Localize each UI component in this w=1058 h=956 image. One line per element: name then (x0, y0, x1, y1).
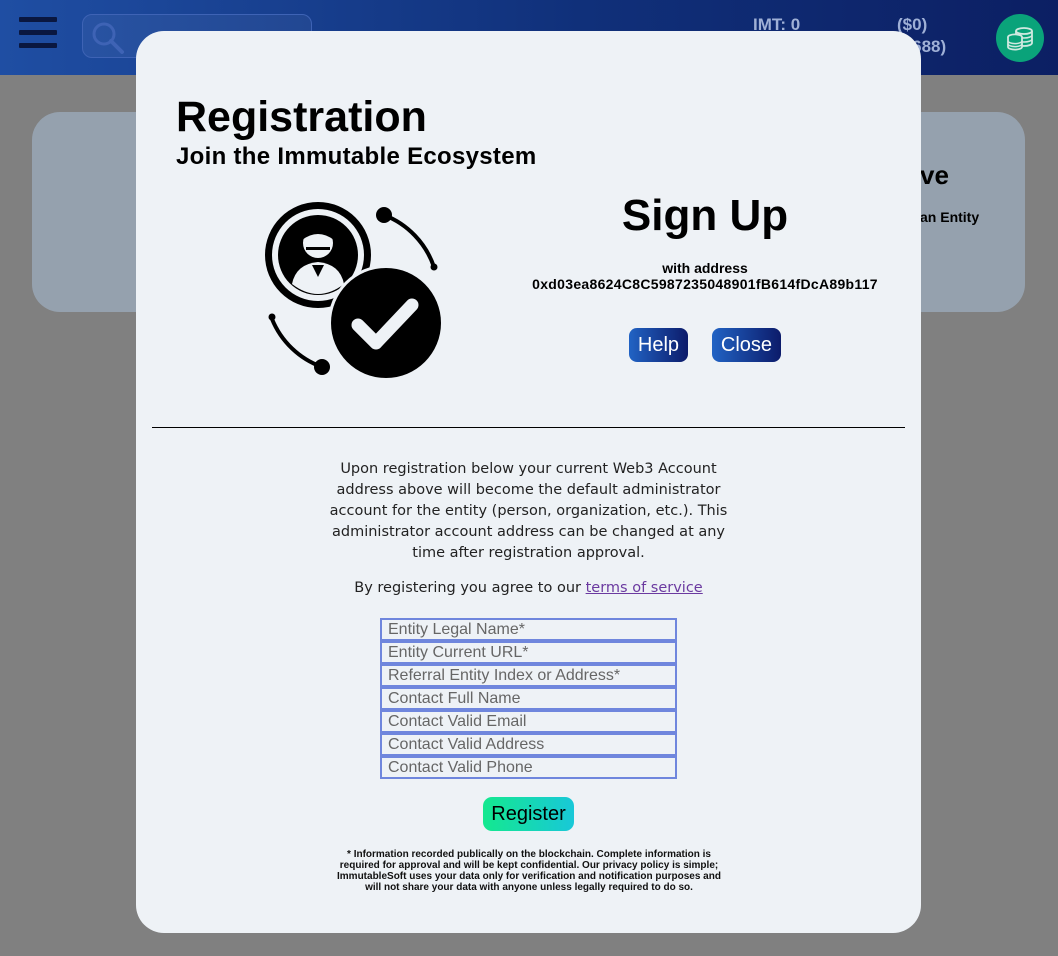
coins-icon (1007, 27, 1033, 51)
wallet-address: 0xd03ea8624C8C5987235048901fB614fDcA89b1… (532, 276, 878, 292)
registration-info-text: Upon registration below your current Web… (329, 461, 728, 561)
terms-of-service-link[interactable]: terms of service (586, 580, 703, 596)
entity-url-input[interactable] (380, 641, 677, 664)
registration-form (380, 618, 677, 779)
contact-email-input[interactable] (380, 710, 677, 733)
menu-icon[interactable] (19, 17, 57, 49)
signup-heading: Sign Up (621, 191, 789, 240)
contact-full-name-input[interactable] (380, 687, 677, 710)
modal-subtitle: Join the Immutable Ecosystem (176, 143, 537, 170)
search-icon (92, 22, 124, 54)
terms-prefix: By registering you agree to our (354, 580, 586, 596)
modal-title: Registration (176, 93, 427, 141)
background-card-title: ve (920, 160, 949, 190)
register-button[interactable]: Register (483, 797, 574, 831)
user-verified-icon (265, 202, 444, 381)
registration-modal: Registration Join the Immutable Ecosyste… (136, 31, 921, 933)
coins-button[interactable] (996, 14, 1044, 62)
help-button[interactable]: Help (629, 328, 688, 362)
close-button[interactable]: Close (712, 328, 781, 362)
contact-address-input[interactable] (380, 733, 677, 756)
terms-text: By registering you agree to our terms of… (286, 580, 771, 596)
divider (152, 427, 905, 428)
referral-entity-input[interactable] (380, 664, 677, 687)
with-address-label: with address (662, 260, 748, 276)
privacy-disclaimer: * Information recorded publically on the… (337, 849, 721, 893)
entity-legal-name-input[interactable] (380, 618, 677, 641)
contact-phone-input[interactable] (380, 756, 677, 779)
background-card-subtitle: an Entity (920, 209, 980, 225)
